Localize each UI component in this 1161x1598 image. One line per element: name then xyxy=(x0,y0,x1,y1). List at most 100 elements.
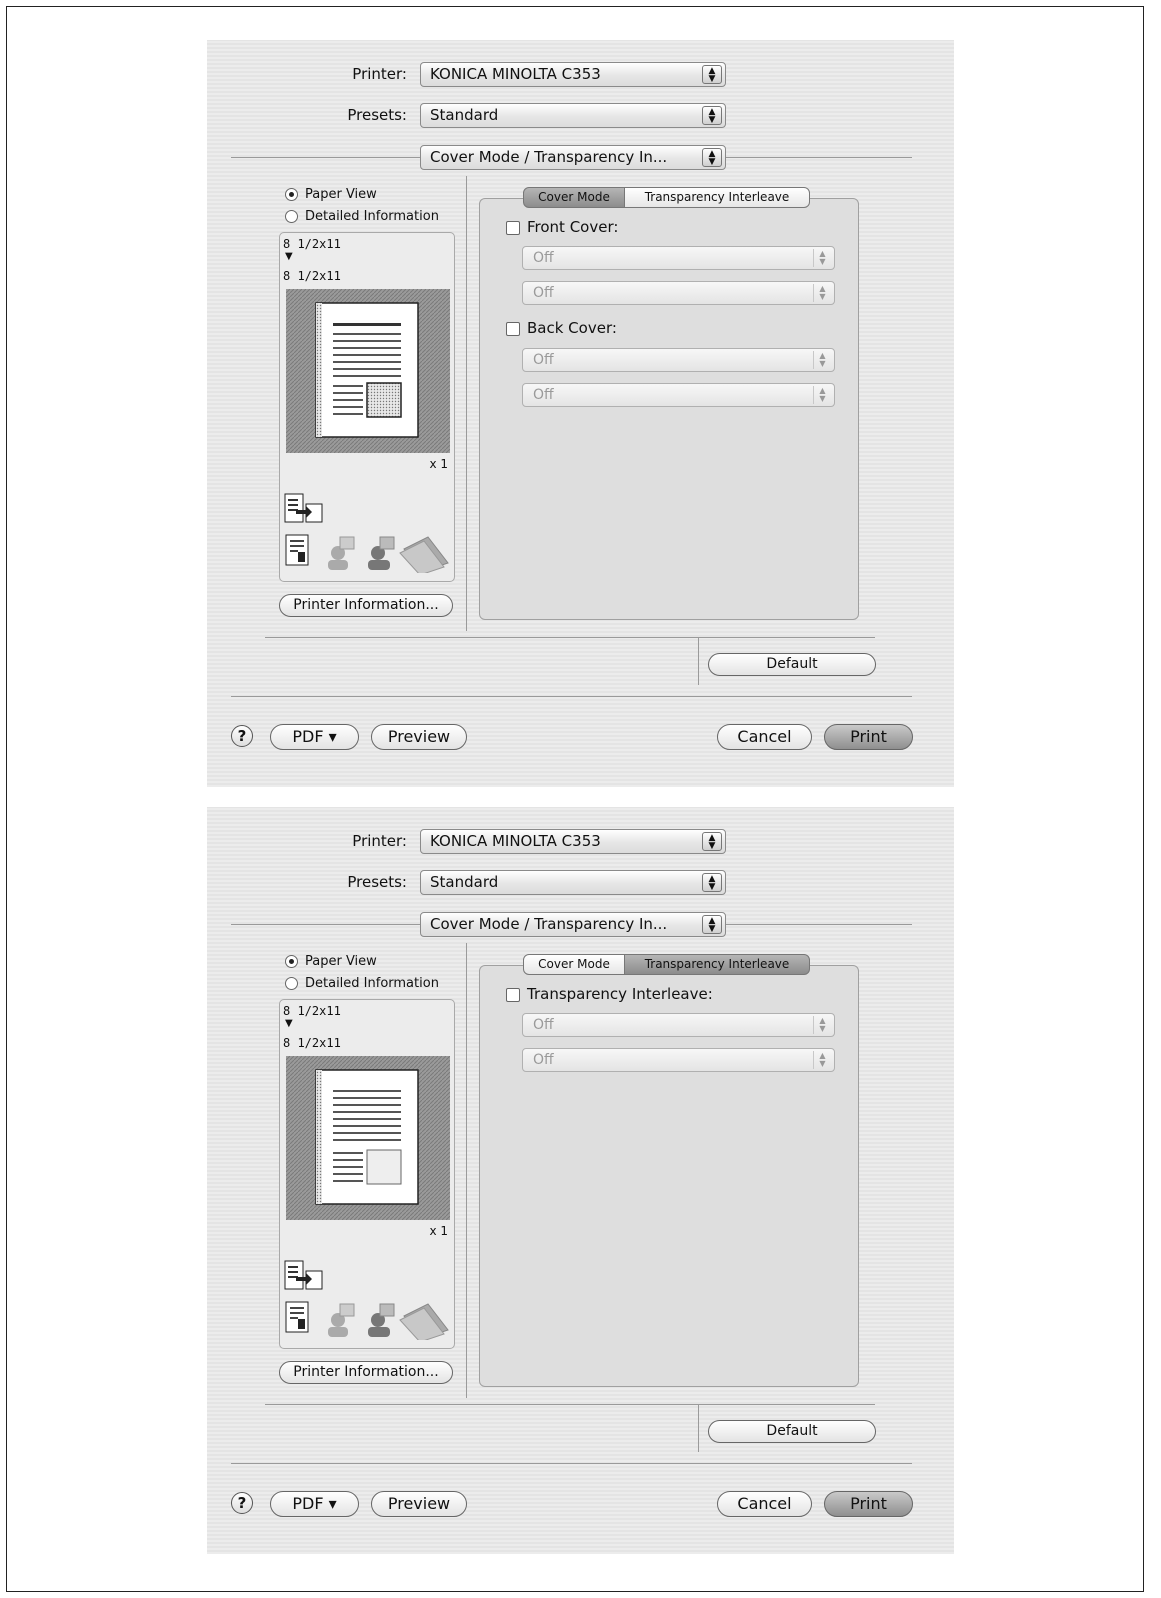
pdf-label: PDF ▾ xyxy=(292,727,337,746)
tab-bar: Cover Mode Transparency Interleave xyxy=(523,954,813,975)
tab-transparency-label: Transparency Interleave xyxy=(644,190,790,204)
divider xyxy=(265,637,875,638)
front-cover-popup-2[interactable]: Off ▲ ▼ xyxy=(522,281,835,305)
back-cover-value-1: Off xyxy=(533,352,554,368)
default-label: Default xyxy=(766,1423,818,1439)
transparency-interleave-checkbox[interactable] xyxy=(506,988,520,1002)
help-icon: ? xyxy=(237,727,247,745)
divider xyxy=(231,696,912,697)
transparency-value-2: Off xyxy=(533,1052,554,1068)
presets-popup[interactable]: Standard ▲ ▼ xyxy=(420,870,726,895)
back-cover-popup-2[interactable]: Off ▲ ▼ xyxy=(522,383,835,407)
presets-value: Standard xyxy=(430,873,499,891)
pdf-button[interactable]: PDF ▾ xyxy=(270,724,359,750)
preview-button[interactable]: Preview xyxy=(371,1491,467,1517)
help-button[interactable]: ? xyxy=(231,1492,253,1514)
down-arrow-icon: ▼ xyxy=(285,251,293,262)
preview-label: Preview xyxy=(387,1494,451,1513)
printer-popup[interactable]: KONICA MINOLTA C353 ▲ ▼ xyxy=(420,62,726,87)
divider xyxy=(698,638,699,685)
print-label: Print xyxy=(850,1494,887,1513)
pdf-label: PDF ▾ xyxy=(292,1494,337,1513)
print-button[interactable]: Print xyxy=(824,724,913,750)
divider xyxy=(231,924,421,925)
transparency-popup-1[interactable]: Off ▲ ▼ xyxy=(522,1013,835,1037)
detailed-info-radio[interactable] xyxy=(285,977,298,990)
presets-label: Presets: xyxy=(347,106,407,124)
tab-cover-mode[interactable]: Cover Mode xyxy=(523,187,625,208)
printer-value: KONICA MINOLTA C353 xyxy=(430,65,601,83)
divider xyxy=(726,924,912,925)
popup-arrows-icon: ▲ ▼ xyxy=(702,873,722,892)
cancel-label: Cancel xyxy=(737,1494,792,1513)
paper-view-radio[interactable] xyxy=(285,955,298,968)
tab-transparency-interleave[interactable]: Transparency Interleave xyxy=(624,954,810,975)
popup-arrows-icon: ▲ ▼ xyxy=(702,832,722,851)
detailed-info-label: Detailed Information xyxy=(305,209,439,224)
presets-value: Standard xyxy=(430,106,499,124)
presets-popup[interactable]: Standard ▲ ▼ xyxy=(420,103,726,128)
divider xyxy=(698,1405,699,1452)
page-thumbnail-icon xyxy=(286,289,450,453)
tab-bar: Cover Mode Transparency Interleave xyxy=(523,187,813,208)
help-button[interactable]: ? xyxy=(231,725,253,747)
printer-information-button[interactable]: Printer Information... xyxy=(279,594,453,617)
column-divider xyxy=(466,943,467,1398)
tab-transparency-label: Transparency Interleave xyxy=(644,957,790,971)
cancel-button[interactable]: Cancel xyxy=(717,1491,812,1517)
default-label: Default xyxy=(766,656,818,672)
finisher-icon xyxy=(284,1260,323,1290)
back-cover-checkbox[interactable] xyxy=(506,322,520,336)
cancel-button[interactable]: Cancel xyxy=(717,724,812,750)
output-options-icon xyxy=(285,1301,449,1340)
section-popup[interactable]: Cover Mode / Transparency In... ▲ ▼ xyxy=(420,145,726,170)
section-value: Cover Mode / Transparency In... xyxy=(430,915,668,933)
preview-button[interactable]: Preview xyxy=(371,724,467,750)
paper-view-label: Paper View xyxy=(305,187,377,202)
paper-view-label: Paper View xyxy=(305,954,377,969)
popup-arrows-icon: ▲ ▼ xyxy=(702,148,722,167)
detailed-info-radio[interactable] xyxy=(285,210,298,223)
paper-view-radio[interactable] xyxy=(285,188,298,201)
back-cover-value-2: Off xyxy=(533,387,554,403)
front-cover-popup-1[interactable]: Off ▲ ▼ xyxy=(522,246,835,270)
tab-cover-mode[interactable]: Cover Mode xyxy=(523,954,625,975)
popup-arrows-icon: ▲ ▼ xyxy=(813,386,831,404)
front-cover-value-2: Off xyxy=(533,285,554,301)
printer-information-button[interactable]: Printer Information... xyxy=(279,1361,453,1384)
print-label: Print xyxy=(850,727,887,746)
detailed-info-label: Detailed Information xyxy=(305,976,439,991)
print-dialog-transparency-interleave: Printer: KONICA MINOLTA C353 ▲ ▼ Presets:… xyxy=(207,807,954,1554)
paper-preview-box: 8 1/2x11 ▼ 8 1/2x11 x 1 xyxy=(279,232,455,582)
front-cover-checkbox[interactable] xyxy=(506,221,520,235)
section-popup[interactable]: Cover Mode / Transparency In... ▲ ▼ xyxy=(420,912,726,937)
help-icon: ? xyxy=(237,1494,247,1512)
popup-arrows-icon: ▲ ▼ xyxy=(813,351,831,369)
tab-transparency-interleave[interactable]: Transparency Interleave xyxy=(624,187,810,208)
popup-arrows-icon: ▲ ▼ xyxy=(813,1051,831,1069)
divider xyxy=(726,157,912,158)
transparency-popup-2[interactable]: Off ▲ ▼ xyxy=(522,1048,835,1072)
back-cover-popup-1[interactable]: Off ▲ ▼ xyxy=(522,348,835,372)
preview-label: Preview xyxy=(387,727,451,746)
printer-label: Printer: xyxy=(352,65,407,83)
default-button[interactable]: Default xyxy=(708,1420,876,1443)
divider xyxy=(231,157,421,158)
default-button[interactable]: Default xyxy=(708,653,876,676)
popup-arrows-icon: ▲ ▼ xyxy=(813,284,831,302)
paper-to: 8 1/2x11 xyxy=(283,269,341,283)
transparency-interleave-label: Transparency Interleave: xyxy=(527,985,713,1003)
section-value: Cover Mode / Transparency In... xyxy=(430,148,668,166)
finisher-icon xyxy=(284,493,323,523)
paper-preview-box: 8 1/2x11 ▼ 8 1/2x11 x 1 xyxy=(279,999,455,1349)
paper-from: 8 1/2x11 xyxy=(283,1004,341,1018)
printer-information-label: Printer Information... xyxy=(293,1364,439,1380)
back-cover-label: Back Cover: xyxy=(527,319,617,337)
print-button[interactable]: Print xyxy=(824,1491,913,1517)
pdf-button[interactable]: PDF ▾ xyxy=(270,1491,359,1517)
divider xyxy=(265,1404,875,1405)
popup-arrows-icon: ▲ ▼ xyxy=(702,106,722,125)
printer-popup[interactable]: KONICA MINOLTA C353 ▲ ▼ xyxy=(420,829,726,854)
front-cover-label: Front Cover: xyxy=(527,218,619,236)
column-divider xyxy=(466,176,467,631)
